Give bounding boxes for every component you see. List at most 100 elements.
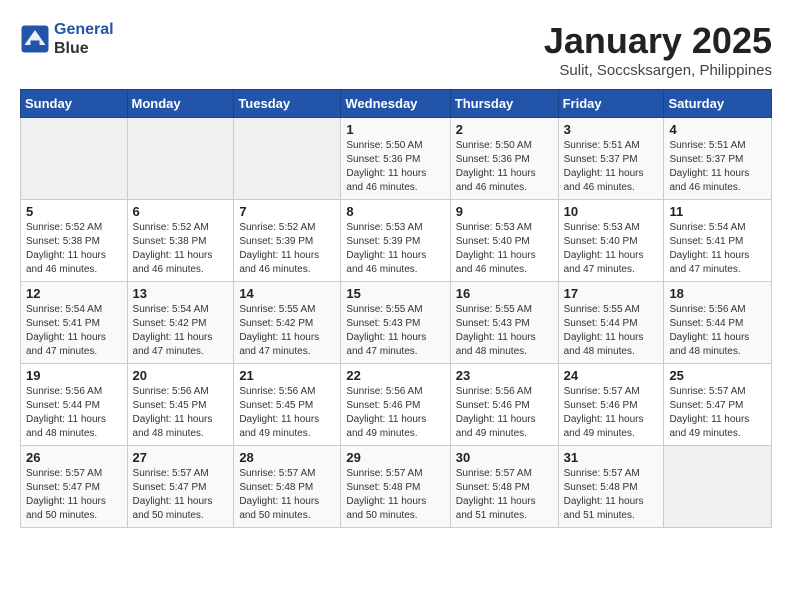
day-info: Sunrise: 5:57 AM Sunset: 5:48 PM Dayligh… [456,467,553,523]
week-row-2: 5 Sunrise: 5:52 AM Sunset: 5:38 PM Daylig… [21,200,772,282]
day-number: 19 [26,368,122,383]
calendar-cell: 5 Sunrise: 5:52 AM Sunset: 5:38 PM Daylig… [21,200,128,282]
calendar-cell: 29Sunrise: 5:57 AM Sunset: 5:48 PM Dayli… [341,446,450,528]
calendar-cell: 20 Sunrise: 5:56 AM Sunset: 5:45 PM Dayli… [127,364,234,446]
logo-line2: Blue [54,39,114,58]
title-block: January 2025 Sulit, Soccsksargen, Philip… [544,20,772,79]
day-info: Sunrise: 5:57 AM Sunset: 5:46 PM Dayligh… [564,385,659,441]
day-info: Sunrise: 5:55 AM Sunset: 5:42 PM Dayligh… [239,303,335,359]
calendar-cell: 2Sunrise: 5:50 AM Sunset: 5:36 PM Daylig… [450,118,558,200]
month-title: January 2025 [544,20,772,62]
calendar-cell: 15 Sunrise: 5:55 AM Sunset: 5:43 PM Dayli… [341,282,450,364]
calendar-cell: 27Sunrise: 5:57 AM Sunset: 5:47 PM Dayli… [127,446,234,528]
day-info: Sunrise: 5:57 AM Sunset: 5:48 PM Dayligh… [239,467,335,523]
day-info: Sunrise: 5:56 AM Sunset: 5:46 PM Dayligh… [346,385,444,441]
day-number: 26 [26,450,122,465]
week-row-1: 1 Sunrise: 5:50 AM Sunset: 5:36 PM Daylig… [21,118,772,200]
calendar-header: SundayMondayTuesdayWednesdayThursdayFrid… [21,90,772,118]
day-info: Sunrise: 5:51 AM Sunset: 5:37 PM Dayligh… [564,139,659,195]
day-info: Sunrise: 5:57 AM Sunset: 5:48 PM Dayligh… [564,467,659,523]
day-number: 18 [669,286,766,301]
calendar-cell: 24 Sunrise: 5:57 AM Sunset: 5:46 PM Dayli… [558,364,664,446]
day-info: Sunrise: 5:53 AM Sunset: 5:40 PM Dayligh… [456,221,553,277]
header-cell-monday: Monday [127,90,234,118]
day-info: Sunrise: 5:53 AM Sunset: 5:40 PM Dayligh… [564,221,659,277]
day-number: 17 [564,286,659,301]
day-info: Sunrise: 5:52 AM Sunset: 5:38 PM Dayligh… [133,221,229,277]
day-info: Sunrise: 5:55 AM Sunset: 5:43 PM Dayligh… [456,303,553,359]
day-number: 12 [26,286,122,301]
day-info: Sunrise: 5:51 AM Sunset: 5:37 PM Dayligh… [669,139,766,195]
day-number: 20 [133,368,229,383]
header-cell-friday: Friday [558,90,664,118]
day-number: 9 [456,204,553,219]
day-info: Sunrise: 5:54 AM Sunset: 5:41 PM Dayligh… [26,303,122,359]
logo-text: General Blue [54,20,114,58]
day-info: Sunrise: 5:56 AM Sunset: 5:45 PM Dayligh… [133,385,229,441]
day-number: 24 [564,368,659,383]
day-info: Sunrise: 5:57 AM Sunset: 5:48 PM Dayligh… [346,467,444,523]
day-info: Sunrise: 5:50 AM Sunset: 5:36 PM Dayligh… [346,139,444,195]
calendar-cell: 14 Sunrise: 5:55 AM Sunset: 5:42 PM Dayli… [234,282,341,364]
calendar-cell: 8Sunrise: 5:53 AM Sunset: 5:39 PM Daylig… [341,200,450,282]
day-info: Sunrise: 5:56 AM Sunset: 5:45 PM Dayligh… [239,385,335,441]
day-number: 25 [669,368,766,383]
day-number: 21 [239,368,335,383]
calendar-cell: 4Sunrise: 5:51 AM Sunset: 5:37 PM Daylig… [664,118,772,200]
calendar-cell: 3 Sunrise: 5:51 AM Sunset: 5:37 PM Daylig… [558,118,664,200]
day-number: 5 [26,204,122,219]
day-number: 10 [564,204,659,219]
day-info: Sunrise: 5:54 AM Sunset: 5:42 PM Dayligh… [133,303,229,359]
day-info: Sunrise: 5:56 AM Sunset: 5:46 PM Dayligh… [456,385,553,441]
calendar-cell: 22 Sunrise: 5:56 AM Sunset: 5:46 PM Dayli… [341,364,450,446]
calendar-cell [127,118,234,200]
day-number: 14 [239,286,335,301]
day-number: 1 [346,122,444,137]
calendar-cell: 28Sunrise: 5:57 AM Sunset: 5:48 PM Dayli… [234,446,341,528]
calendar-cell: 21 Sunrise: 5:56 AM Sunset: 5:45 PM Dayli… [234,364,341,446]
location-subtitle: Sulit, Soccsksargen, Philippines [544,62,772,79]
logo: General Blue [20,20,114,58]
day-number: 15 [346,286,444,301]
calendar-body: 1 Sunrise: 5:50 AM Sunset: 5:36 PM Daylig… [21,118,772,528]
day-number: 7 [239,204,335,219]
calendar-cell: 19 Sunrise: 5:56 AM Sunset: 5:44 PM Dayli… [21,364,128,446]
calendar-cell: 16Sunrise: 5:55 AM Sunset: 5:43 PM Dayli… [450,282,558,364]
day-number: 22 [346,368,444,383]
calendar-cell [234,118,341,200]
calendar-cell: 9 Sunrise: 5:53 AM Sunset: 5:40 PM Daylig… [450,200,558,282]
calendar-cell [664,446,772,528]
calendar-cell: 1 Sunrise: 5:50 AM Sunset: 5:36 PM Daylig… [341,118,450,200]
day-number: 23 [456,368,553,383]
day-info: Sunrise: 5:55 AM Sunset: 5:44 PM Dayligh… [564,303,659,359]
page-header: General Blue January 2025 Sulit, Soccsks… [20,20,772,79]
header-cell-wednesday: Wednesday [341,90,450,118]
week-row-5: 26 Sunrise: 5:57 AM Sunset: 5:47 PM Dayli… [21,446,772,528]
day-info: Sunrise: 5:52 AM Sunset: 5:38 PM Dayligh… [26,221,122,277]
week-row-4: 19 Sunrise: 5:56 AM Sunset: 5:44 PM Dayli… [21,364,772,446]
day-info: Sunrise: 5:57 AM Sunset: 5:47 PM Dayligh… [26,467,122,523]
logo-line1: General [54,21,114,38]
calendar-cell: 12 Sunrise: 5:54 AM Sunset: 5:41 PM Dayli… [21,282,128,364]
day-number: 13 [133,286,229,301]
day-info: Sunrise: 5:52 AM Sunset: 5:39 PM Dayligh… [239,221,335,277]
week-row-3: 12 Sunrise: 5:54 AM Sunset: 5:41 PM Dayli… [21,282,772,364]
day-number: 30 [456,450,553,465]
calendar-cell: 13 Sunrise: 5:54 AM Sunset: 5:42 PM Dayli… [127,282,234,364]
header-cell-thursday: Thursday [450,90,558,118]
day-info: Sunrise: 5:55 AM Sunset: 5:43 PM Dayligh… [346,303,444,359]
header-row: SundayMondayTuesdayWednesdayThursdayFrid… [21,90,772,118]
header-cell-sunday: Sunday [21,90,128,118]
header-cell-saturday: Saturday [664,90,772,118]
calendar-cell: 18 Sunrise: 5:56 AM Sunset: 5:44 PM Dayli… [664,282,772,364]
calendar-cell: 26 Sunrise: 5:57 AM Sunset: 5:47 PM Dayli… [21,446,128,528]
day-info: Sunrise: 5:56 AM Sunset: 5:44 PM Dayligh… [26,385,122,441]
logo-icon [20,24,50,54]
day-number: 3 [564,122,659,137]
calendar-table: SundayMondayTuesdayWednesdayThursdayFrid… [20,89,772,528]
calendar-cell: 30 Sunrise: 5:57 AM Sunset: 5:48 PM Dayli… [450,446,558,528]
day-number: 31 [564,450,659,465]
day-info: Sunrise: 5:56 AM Sunset: 5:44 PM Dayligh… [669,303,766,359]
day-number: 2 [456,122,553,137]
calendar-cell: 7 Sunrise: 5:52 AM Sunset: 5:39 PM Daylig… [234,200,341,282]
